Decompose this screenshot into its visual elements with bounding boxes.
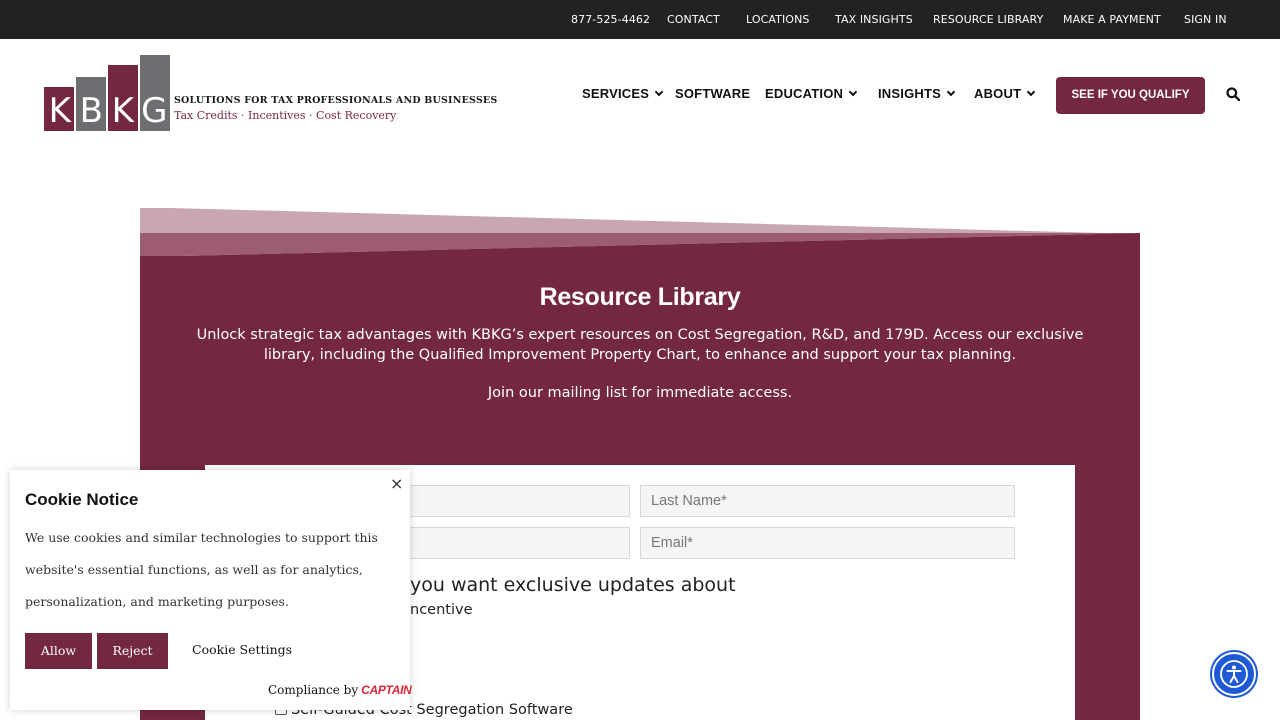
see-if-you-qualify-button[interactable]: SEE IF YOU QUALIFY [1056, 77, 1205, 114]
cookie-body-text: We use cookies and similar technologies … [25, 530, 378, 609]
compliance-label: Compliance by [268, 683, 359, 697]
kbkg-logo[interactable]: K B K G SOLUTIONS FOR TAX PROFESSIONALS … [44, 55, 497, 135]
form-question: you want exclusive updates about [410, 574, 736, 596]
last-name-field[interactable]: Last Name* [640, 485, 1015, 517]
top-utility-bar: 877-525-4462 CONTACT LOCATIONS TAX INSIG… [0, 0, 1280, 39]
search-icon[interactable] [1226, 87, 1240, 101]
nav-about-label: ABOUT [974, 86, 1022, 101]
chevron-down-icon [848, 87, 858, 97]
chevron-down-icon [946, 87, 956, 97]
nav-software-label: SOFTWARE [675, 86, 751, 101]
nav-about[interactable]: ABOUT [974, 86, 1036, 101]
nav-services-label: SERVICES [582, 86, 650, 101]
hero-slope-decoration [140, 208, 1140, 258]
accessibility-icon [1220, 660, 1248, 688]
cookie-settings-link[interactable]: Cookie Settings [192, 642, 292, 657]
logo-letter: G [141, 91, 168, 131]
cookie-notice-dialog: × Cookie Notice We use cookies and simil… [10, 470, 412, 710]
logo-letter: K [48, 91, 71, 131]
logo-letter: B [79, 91, 103, 131]
compliance-credit[interactable]: Compliance by CAPTAIN [268, 683, 412, 697]
nav-software[interactable]: SOFTWARE [675, 86, 750, 101]
form-option-incentive: ncentive [410, 602, 473, 618]
page-title: Resource Library [539, 283, 741, 311]
email-field[interactable]: Email* [640, 527, 1015, 559]
nav-services[interactable]: SERVICES [582, 86, 664, 101]
nav-education-label: EDUCATION [765, 86, 844, 101]
logo-letters: K B K G [44, 91, 170, 131]
logo-letter: K [111, 91, 134, 131]
locations-link[interactable]: LOCATIONS [746, 13, 809, 26]
phone-link[interactable]: 877-525-4462 [571, 13, 650, 26]
reject-button[interactable]: Reject [97, 633, 168, 669]
chevron-down-icon [654, 87, 664, 97]
cookie-title: Cookie Notice [25, 490, 139, 509]
allow-button[interactable]: Allow [25, 633, 92, 669]
close-icon[interactable]: × [390, 474, 403, 493]
chevron-down-icon [1026, 87, 1036, 97]
accessibility-button[interactable] [1212, 652, 1256, 696]
hero-join-text: Join our mailing list for immediate acce… [487, 385, 793, 401]
logo-subtagline: Tax Credits · Incentives · Cost Recovery [174, 109, 397, 122]
make-a-payment-link[interactable]: MAKE A PAYMENT [1063, 13, 1161, 26]
hero-description: Unlock strategic tax advantages with KBK… [196, 327, 1084, 363]
sign-in-link[interactable]: SIGN IN [1184, 13, 1227, 26]
nav-insights-label: INSIGHTS [878, 86, 941, 101]
tax-insights-link[interactable]: TAX INSIGHTS [835, 13, 913, 26]
contact-link[interactable]: CONTACT [667, 13, 720, 26]
nav-education[interactable]: EDUCATION [765, 86, 858, 101]
nav-insights[interactable]: INSIGHTS [878, 86, 956, 101]
resource-library-link[interactable]: RESOURCE LIBRARY [933, 13, 1043, 26]
captain-logo: CAPTAIN [361, 683, 412, 697]
logo-tagline: SOLUTIONS FOR TAX PROFESSIONALS AND BUSI… [174, 95, 498, 106]
